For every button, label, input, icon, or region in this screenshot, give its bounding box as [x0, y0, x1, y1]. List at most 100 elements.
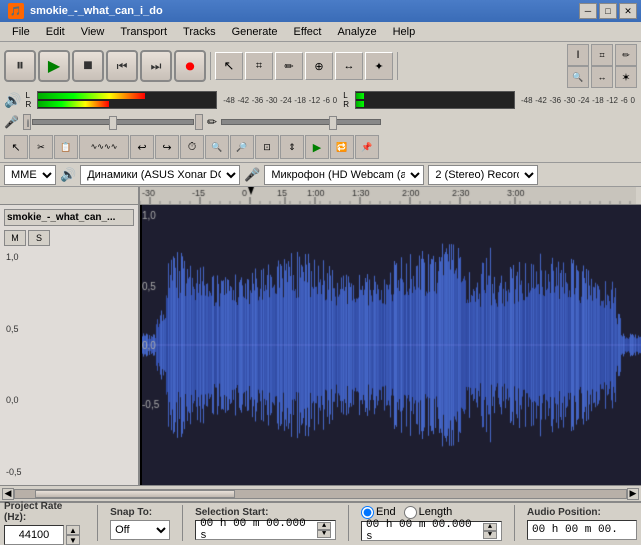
sel-end-display[interactable]: 00 h 00 m 00.000 s ▲ ▼	[361, 521, 502, 541]
menu-generate[interactable]: Generate	[224, 24, 286, 40]
output-device-icon: 🔊	[60, 167, 76, 183]
magnify-tool[interactable]: 🔍	[567, 66, 589, 88]
redo-btn[interactable]: ↪	[155, 135, 179, 159]
output-vol-icon: 🔊	[4, 92, 21, 109]
sel-end-down[interactable]: ▼	[483, 531, 497, 539]
status-bar: Project Rate (Hz): ▲ ▼ Snap To: Off Sele…	[0, 501, 641, 543]
cursor-tool[interactable]: ↖	[215, 52, 243, 80]
fit-vert-btn[interactable]: ⇕	[280, 135, 304, 159]
maximize-button[interactable]: □	[599, 3, 617, 19]
loop-btn[interactable]: 🔁	[330, 135, 354, 159]
scroll-left-btn[interactable]: ◀	[2, 488, 14, 500]
mute-button[interactable]: M	[4, 230, 26, 246]
end-radio-label[interactable]: End	[361, 506, 396, 519]
zoom-in-btn[interactable]: 🔍	[205, 135, 229, 159]
sel-start-label: Selection Start:	[195, 507, 336, 518]
api-select[interactable]: MME	[4, 165, 56, 185]
y-label-1: 1,0	[6, 252, 132, 262]
scrollbar-track[interactable]	[14, 489, 627, 499]
menu-edit[interactable]: Edit	[38, 24, 73, 40]
track-content[interactable]	[140, 205, 641, 485]
timeshift-tool[interactable]: ↔	[335, 52, 363, 80]
rate-up-btn[interactable]: ▲	[66, 525, 80, 535]
menu-transport[interactable]: Transport	[112, 24, 175, 40]
status-sep-1	[97, 505, 98, 541]
play-button[interactable]: ▶	[38, 50, 70, 82]
fit-btn[interactable]: ⊡	[255, 135, 279, 159]
sel-end-value: 00 h 00 m 00.000 s	[366, 519, 481, 543]
track-body: smokie_-_what_can_... M S 1,0 0,5 0,0 -0…	[0, 205, 641, 485]
asterisk-tool[interactable]: ✶	[615, 66, 637, 88]
right-meter-l: L	[343, 91, 349, 100]
selection-tool-btn[interactable]: ↖	[4, 135, 28, 159]
end-radio[interactable]	[361, 506, 374, 519]
waveform-btn[interactable]: ∿∿∿∿	[79, 135, 129, 159]
zoom-tool[interactable]: ⊕	[305, 52, 333, 80]
audio-pos-label: Audio Position:	[527, 507, 637, 518]
menu-view[interactable]: View	[73, 24, 113, 40]
edit-tools-row: ↖ ✂ 📋 ∿∿∿∿ ↩ ↪ ⏱ 🔍 🔎 ⊡ ⇕ ▶ 🔁 📌	[4, 134, 637, 160]
sel-start-up[interactable]: ▲	[317, 522, 331, 530]
draw-tool[interactable]: ✏	[275, 52, 303, 80]
status-sep-3	[348, 505, 349, 541]
snap-select[interactable]: Off	[110, 520, 170, 540]
skip-end-button[interactable]: ⏭	[140, 50, 172, 82]
length-radio[interactable]	[404, 506, 417, 519]
zoom-out-btn[interactable]: 🔎	[230, 135, 254, 159]
device-bar: MME 🔊 Динамики (ASUS Xonar DGX A 🎤 Микро…	[0, 163, 641, 187]
close-button[interactable]: ✕	[619, 3, 637, 19]
select-tool-i[interactable]: I	[567, 44, 589, 66]
solo-button[interactable]: S	[28, 230, 50, 246]
pause-button[interactable]: ⏸	[4, 50, 36, 82]
sel-end-up[interactable]: ▲	[483, 523, 497, 531]
y-label-0: 0,0	[6, 395, 132, 405]
ruler-canvas	[140, 187, 636, 205]
menu-file[interactable]: File	[4, 24, 38, 40]
output-device-select[interactable]: Динамики (ASUS Xonar DGX A	[80, 165, 240, 185]
cut-btn[interactable]: ✂	[29, 135, 53, 159]
input-device-select[interactable]: Микрофон (HD Webcam (audi	[264, 165, 424, 185]
end-length-group: End Length 00 h 00 m 00.000 s ▲ ▼	[361, 506, 502, 541]
snap-to-group: Snap To: Off	[110, 507, 170, 540]
rate-down-btn[interactable]: ▼	[66, 535, 80, 545]
undo-btn[interactable]: ↩	[130, 135, 154, 159]
stop-button[interactable]: ■	[72, 50, 104, 82]
track-waveform-area: smokie_-_what_can_... M S 1,0 0,5 0,0 -0…	[0, 187, 641, 501]
project-rate-input[interactable]	[4, 525, 64, 545]
scrollbar-thumb[interactable]	[35, 490, 235, 498]
sel-start-display[interactable]: 00 h 00 m 00.000 s ▲ ▼	[195, 520, 336, 540]
play-btn2[interactable]: ▶	[305, 135, 329, 159]
pin-btn[interactable]: 📌	[355, 135, 379, 159]
left-channel-label: L	[25, 91, 31, 100]
horizontal-scrollbar[interactable]: ◀ ▶	[0, 485, 641, 501]
y-label-05: 0,5	[6, 324, 132, 334]
scroll-right-btn[interactable]: ▶	[627, 488, 639, 500]
transport-row: ⏸ ▶ ■ ⏮ ⏭ ⏺ ↖ ⌗ ✏ ⊕ ↔ ✦ I ⌗ ✏ 🔍	[4, 44, 637, 88]
length-radio-label[interactable]: Length	[404, 506, 453, 519]
channel-select[interactable]: 2 (Stereo) Record	[428, 165, 538, 185]
clock-btn[interactable]: ⏱	[180, 135, 204, 159]
record-button[interactable]: ⏺	[174, 50, 206, 82]
audio-pos-display[interactable]: 00 h 00 m 00.	[527, 520, 637, 540]
multi-tool[interactable]: ✦	[365, 52, 393, 80]
track-header: smokie_-_what_can_... M S 1,0 0,5 0,0 -0…	[0, 205, 140, 485]
skip-start-button[interactable]: ⏮	[106, 50, 138, 82]
sel-start-down[interactable]: ▼	[317, 530, 331, 538]
window-controls: ─ □ ✕	[579, 3, 637, 19]
menu-tracks[interactable]: Tracks	[175, 24, 224, 40]
minimize-button[interactable]: ─	[579, 3, 597, 19]
select-tool-region[interactable]: ⌗	[591, 44, 613, 66]
menu-help[interactable]: Help	[385, 24, 424, 40]
title-bar: 🎵 smokie_-_what_can_i_do ─ □ ✕	[0, 0, 641, 22]
envelope-tool[interactable]: ⌗	[245, 52, 273, 80]
menu-analyze[interactable]: Analyze	[329, 24, 384, 40]
status-sep-4	[514, 505, 515, 541]
menu-effect[interactable]: Effect	[286, 24, 330, 40]
project-rate-group: Project Rate (Hz): ▲ ▼	[4, 501, 85, 545]
menu-bar: File Edit View Transport Tracks Generate…	[0, 22, 641, 42]
input-meter-row: 🎤 ✏	[4, 112, 637, 132]
draw-pencil[interactable]: ✏	[615, 44, 637, 66]
arrow-tool[interactable]: ↔	[591, 66, 613, 88]
right-channel-label: R	[25, 100, 31, 109]
copy-btn[interactable]: 📋	[54, 135, 78, 159]
